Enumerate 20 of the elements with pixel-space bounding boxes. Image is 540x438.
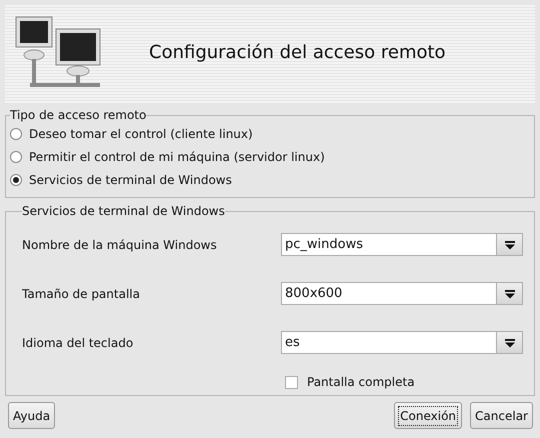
connect-button[interactable]: Conexión: [394, 402, 462, 429]
checkbox[interactable]: [285, 376, 298, 388]
checkbox-label: Pantalla completa: [307, 375, 415, 389]
radio-label: Permitir el control de mi máquina (servidor linux): [29, 150, 325, 164]
field-label: Nombre de la máquina Windows: [22, 238, 218, 252]
cancel-button[interactable]: Cancelar: [470, 402, 533, 429]
radio-button[interactable]: [10, 150, 22, 162]
combo-box[interactable]: es: [281, 331, 523, 354]
radio-label: Servicios de terminal de Windows: [29, 172, 232, 186]
field-label: Idioma del teclado: [22, 336, 134, 350]
radio-label: Deseo tomar el control (cliente linux): [29, 126, 253, 140]
group-legend: Servicios de terminal de Windows: [22, 204, 225, 218]
radio-button[interactable]: [10, 174, 22, 186]
field-label: Tamaño de pantalla: [22, 286, 141, 300]
radio-button[interactable]: [10, 128, 22, 140]
group-legend: Tipo de acceso remoto: [10, 108, 146, 122]
combo-box[interactable]: pc_windows: [281, 233, 523, 256]
help-button[interactable]: Ayuda: [8, 402, 56, 429]
dialog-title: Configuración del acceso remoto: [149, 42, 446, 63]
combo-box[interactable]: 800x600: [281, 282, 523, 305]
